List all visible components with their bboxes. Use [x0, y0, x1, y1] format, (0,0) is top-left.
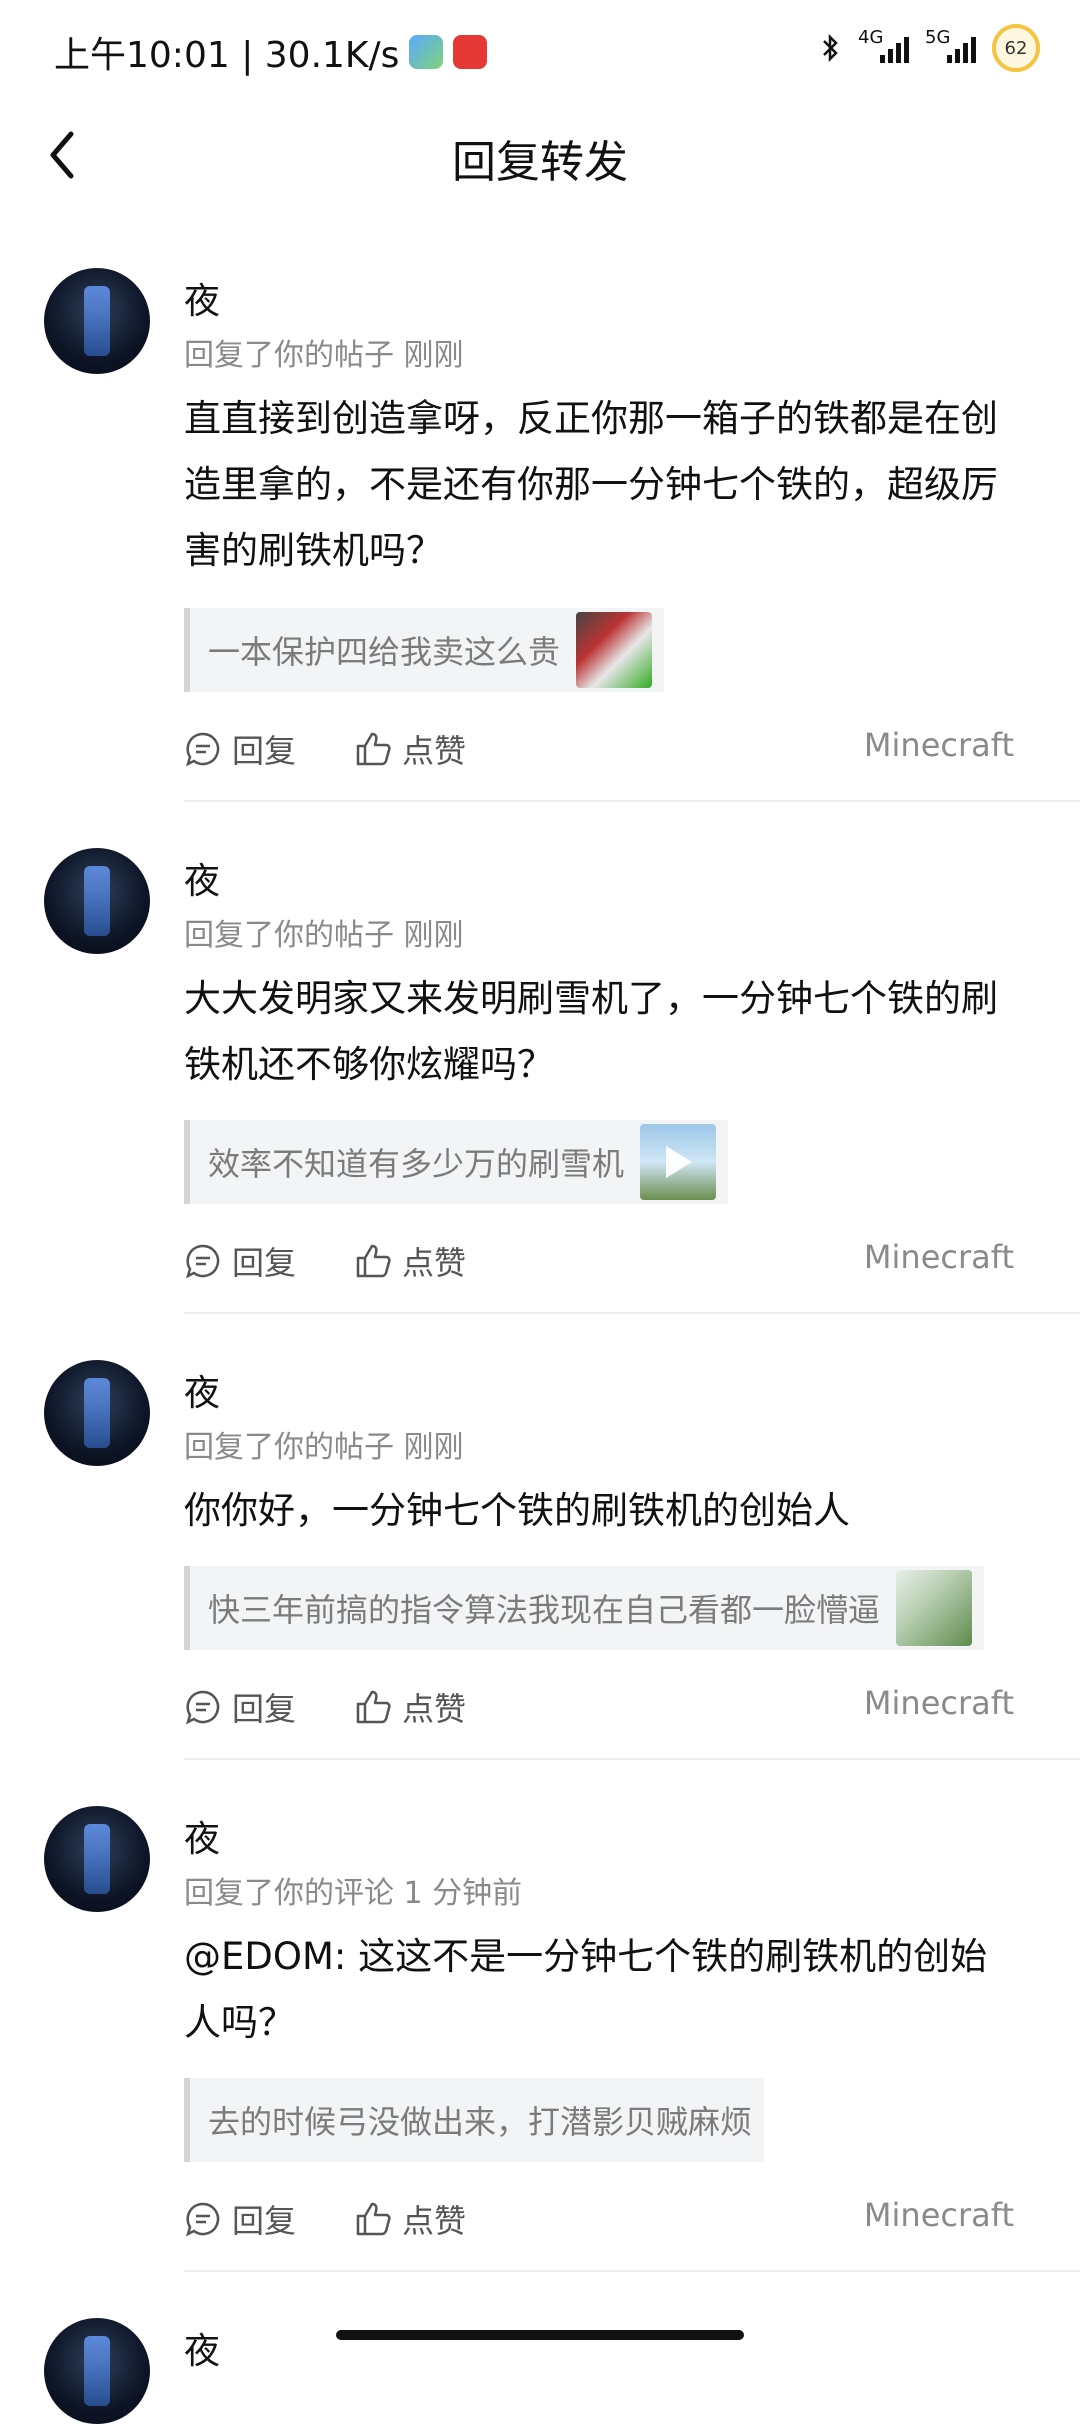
quoted-post-text: 快三年前搞的指令算法我现在自己看都一脸懵逼: [208, 1591, 881, 1629]
like-label: 点赞: [402, 2202, 467, 2240]
action-bar: 回复 点赞 Minecraft: [184, 1684, 1014, 1734]
comment-icon: [186, 1690, 220, 1725]
divider: [184, 1312, 1080, 1314]
bluetooth-icon: [823, 33, 838, 63]
thumbs-up-icon: [356, 1690, 391, 1724]
battery-indicator: 62: [992, 24, 1040, 72]
comment-icon: [186, 732, 220, 767]
reply-content: @EDOM: 这这不是一分钟七个铁的刷铁机的创始人吗？: [184, 1935, 988, 2044]
divider: [184, 2270, 1080, 2272]
topic-tag[interactable]: Minecraft: [864, 726, 1014, 764]
signal-5g-icon: 5G: [925, 27, 976, 63]
user-name[interactable]: 夜: [184, 852, 220, 904]
like-button[interactable]: 点赞: [354, 2196, 466, 2242]
reply-button[interactable]: 回复: [184, 726, 296, 772]
quoted-post[interactable]: 效率不知道有多少万的刷雪机: [184, 1120, 729, 1204]
reply-meta: 回复了你的帖子 刚刚: [184, 918, 464, 953]
divider: [184, 1758, 1080, 1760]
post-thumbnail: [576, 612, 653, 688]
thumbs-up-icon: [356, 732, 391, 766]
top-nav: 回复转发: [0, 100, 1080, 210]
quoted-post-text: 去的时候弓没做出来，打潜影贝贼麻烦: [208, 2103, 753, 2141]
like-label: 点赞: [402, 1690, 467, 1728]
avatar[interactable]: [44, 1806, 150, 1912]
network-5g-label: 5G: [925, 27, 951, 48]
status-right: 4G 5G 62: [818, 24, 1040, 72]
post-thumbnail: [896, 1570, 973, 1646]
reply-button[interactable]: 回复: [184, 1238, 296, 1284]
comment-icon: [186, 1244, 220, 1279]
quoted-post[interactable]: 去的时候弓没做出来，打潜影贝贼麻烦: [184, 2078, 765, 2162]
video-thumbnail: [640, 1124, 717, 1200]
avatar[interactable]: [44, 268, 150, 374]
reply-label: 回复: [232, 732, 297, 770]
reply-label: 回复: [232, 1690, 297, 1728]
quoted-post-text: 一本保护四给我卖这么贵: [208, 633, 561, 671]
reply-button[interactable]: 回复: [184, 1684, 296, 1730]
page-title: 回复转发: [452, 137, 628, 188]
avatar[interactable]: [44, 1360, 150, 1466]
quoted-post-text: 效率不知道有多少万的刷雪机: [208, 1145, 625, 1183]
reply-meta: 回复了你的帖子 刚刚: [184, 1430, 464, 1465]
quoted-post[interactable]: 一本保护四给我卖这么贵: [184, 608, 665, 692]
action-bar: 回复 点赞 Minecraft: [184, 726, 1014, 776]
like-label: 点赞: [402, 1244, 467, 1282]
avatar[interactable]: [44, 848, 150, 954]
quoted-post[interactable]: 快三年前搞的指令算法我现在自己看都一脸懵逼: [184, 1566, 985, 1650]
network-4g-label: 4G: [858, 27, 884, 48]
thumbs-up-icon: [356, 1244, 391, 1278]
action-bar: 回复 点赞 Minecraft: [184, 1238, 1014, 1288]
reply-content: 直直接到创造拿呀，反正你那一箱子的铁都是在创造里拿的，不是还有你那一分钟七个铁的…: [184, 397, 998, 572]
divider: [184, 800, 1080, 802]
user-name[interactable]: 夜: [184, 2322, 220, 2374]
like-button[interactable]: 点赞: [354, 1684, 466, 1730]
reply-content: 你你好，一分钟七个铁的刷铁机的创始人: [184, 1489, 850, 1532]
reply-label: 回复: [232, 1244, 297, 1282]
reply-label: 回复: [232, 2202, 297, 2240]
status-left: 上午10:01 | 30.1K/s: [54, 26, 488, 78]
reply-meta: 回复了你的帖子 刚刚: [184, 338, 464, 373]
reply-content: 大大发明家又来发明刷雪机了，一分钟七个铁的刷铁机还不够你炫耀吗？: [184, 977, 998, 1086]
avatar[interactable]: [44, 2318, 150, 2424]
reply-button[interactable]: 回复: [184, 2196, 296, 2242]
topic-tag[interactable]: Minecraft: [864, 1684, 1014, 1722]
user-name[interactable]: 夜: [184, 272, 220, 324]
user-name[interactable]: 夜: [184, 1364, 220, 1416]
like-button[interactable]: 点赞: [354, 726, 466, 772]
reply-meta: 回复了你的评论 1 分钟前: [184, 1876, 523, 1911]
app-notification-icon: [453, 35, 488, 69]
user-name[interactable]: 夜: [184, 1810, 220, 1862]
home-indicator[interactable]: [336, 2330, 744, 2340]
signal-4g-icon: 4G: [858, 27, 909, 63]
action-bar: 回复 点赞 Minecraft: [184, 2196, 1014, 2246]
play-icon: [666, 1146, 693, 1178]
thumbs-up-icon: [356, 2202, 391, 2236]
topic-tag[interactable]: Minecraft: [864, 2196, 1014, 2234]
status-bar: 上午10:01 | 30.1K/s 4G 5G 62: [0, 0, 1080, 100]
status-time-speed: 上午10:01 | 30.1K/s: [54, 35, 400, 76]
app-notification-icon: [409, 35, 444, 69]
like-label: 点赞: [402, 732, 467, 770]
topic-tag[interactable]: Minecraft: [864, 1238, 1014, 1276]
comment-icon: [186, 2202, 220, 2237]
like-button[interactable]: 点赞: [354, 1238, 466, 1284]
